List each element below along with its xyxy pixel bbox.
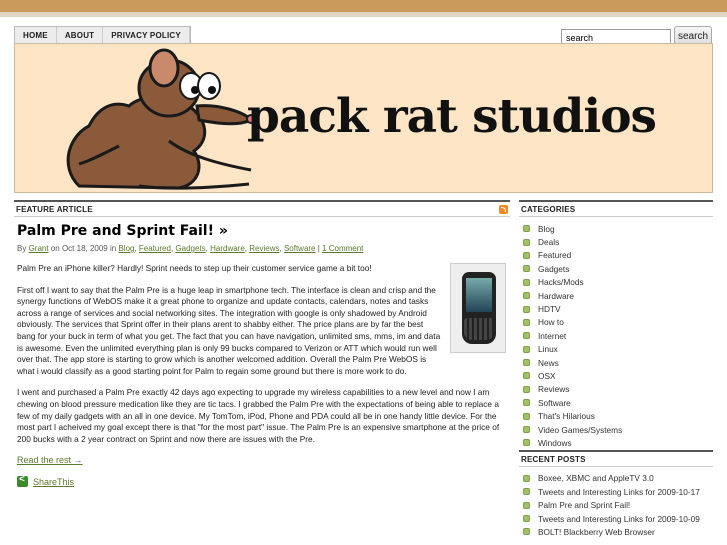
bullet-icon <box>523 412 530 420</box>
share-this-link[interactable]: ShareThis <box>17 474 510 488</box>
bullet-icon <box>523 372 530 380</box>
nav-about[interactable]: ABOUT <box>57 27 104 43</box>
share-icon <box>17 474 28 488</box>
category-item[interactable]: Internet <box>523 329 713 342</box>
bullet-icon <box>523 292 530 300</box>
palm-pre-image <box>450 263 506 353</box>
bullet-icon <box>523 501 530 509</box>
bullet-icon <box>523 318 530 326</box>
bullet-icon <box>523 345 530 353</box>
bullet-icon <box>523 515 530 522</box>
post-title-link[interactable]: Palm Pre and Sprint Fail! » <box>17 223 510 239</box>
bullet-icon <box>523 278 530 286</box>
tag-link-gadgets[interactable]: Gadgets <box>175 244 205 253</box>
sidebar: CATEGORIES Blog Deals Featured Gadgets H… <box>519 200 713 539</box>
main-content: FEATURE ARTICLE Palm Pre and Sprint Fail… <box>14 200 510 488</box>
post-paragraph: I went and purchased a Palm Pre exactly … <box>17 387 500 444</box>
category-item[interactable]: Featured <box>523 249 713 262</box>
category-item[interactable]: Deals <box>523 235 713 248</box>
bullet-icon <box>523 426 530 434</box>
site-header-banner[interactable]: pack rat studios <box>14 43 713 193</box>
rat-mascot-logo <box>66 48 256 190</box>
bullet-icon <box>523 265 530 273</box>
bullet-icon <box>523 251 530 259</box>
tag-link-reviews[interactable]: Reviews <box>249 244 279 253</box>
main-nav: HOME ABOUT PRIVACY POLICY <box>14 26 191 43</box>
post-paragraph: First off I want to say that the Palm Pr… <box>17 284 441 376</box>
top-bar <box>0 0 727 12</box>
category-item[interactable]: Hacks/Mods <box>523 276 713 289</box>
recent-post-item[interactable]: Tweets and Interesting Links for 2009-10… <box>523 485 713 498</box>
recent-post-item[interactable]: Tweets and Interesting Links for 2009-10… <box>523 512 713 525</box>
post-meta: By Grant on Oct 18, 2009 in Blog, Featur… <box>17 244 364 253</box>
category-item[interactable]: That's Hilarious <box>523 409 713 422</box>
recent-post-item[interactable]: Palm Pre and Sprint Fail! <box>523 498 713 511</box>
brand-wordmark: pack rat studios <box>247 89 657 144</box>
category-item[interactable]: Blog <box>523 222 713 235</box>
bullet-icon <box>523 474 530 482</box>
recent-post-item[interactable]: Boxee, XBMC and AppleTV 3.0 <box>523 472 713 485</box>
bullet-icon <box>523 238 530 246</box>
category-item[interactable]: Software <box>523 396 713 409</box>
category-item[interactable]: Windows <box>523 436 713 449</box>
bullet-icon <box>523 359 530 367</box>
post-body: Palm Pre an iPhone killer? Hardly! Sprin… <box>17 263 507 445</box>
category-item[interactable]: OSX <box>523 369 713 382</box>
bullet-icon <box>523 305 530 313</box>
bullet-icon <box>523 528 530 536</box>
recent-post-item[interactable]: BOLT! Blackberry Web Browser <box>523 525 713 538</box>
feature-article-header: FEATURE ARTICLE <box>14 200 510 217</box>
category-item[interactable]: Gadgets <box>523 262 713 275</box>
category-item[interactable]: HDTV <box>523 302 713 315</box>
tag-link-software[interactable]: Software <box>284 244 316 253</box>
category-item[interactable]: Reviews <box>523 383 713 396</box>
author-link[interactable]: Grant <box>29 244 49 253</box>
nav-privacy-policy[interactable]: PRIVACY POLICY <box>103 27 190 43</box>
bullet-icon <box>523 399 530 407</box>
bullet-icon <box>523 225 530 233</box>
nav-home[interactable]: HOME <box>15 27 57 43</box>
meta-date: on Oct 18, 2009 in <box>50 244 117 253</box>
share-this-label: ShareThis <box>33 476 75 487</box>
top-bar-stripe <box>0 12 727 17</box>
category-item[interactable]: How to <box>523 316 713 329</box>
tag-link-hardware[interactable]: Hardware <box>210 244 245 253</box>
category-item[interactable]: Hardware <box>523 289 713 302</box>
read-the-rest-link[interactable]: Read the rest → <box>17 455 510 465</box>
bullet-icon <box>523 385 530 393</box>
tag-link-blog[interactable]: Blog <box>118 244 134 253</box>
categories-header: CATEGORIES <box>519 200 713 217</box>
category-item[interactable]: Linux <box>523 343 713 356</box>
recent-posts-list: Boxee, XBMC and AppleTV 3.0 Tweets and I… <box>519 467 713 539</box>
bullet-icon <box>523 488 530 496</box>
bullet-icon <box>523 439 530 447</box>
comments-link[interactable]: 1 Comment <box>322 244 363 253</box>
arrow-right-icon: → <box>73 455 83 466</box>
bullet-icon <box>523 332 530 340</box>
read-the-rest-label: Read the rest <box>17 455 72 466</box>
meta-by: By <box>17 244 27 253</box>
category-item[interactable]: Video Games/Systems <box>523 423 713 436</box>
rss-icon[interactable] <box>499 205 508 214</box>
post-paragraph: Palm Pre an iPhone killer? Hardly! Sprin… <box>17 263 372 273</box>
feature-article-label: FEATURE ARTICLE <box>16 205 93 214</box>
tag-link-featured[interactable]: Featured <box>139 244 171 253</box>
recent-posts-header: RECENT POSTS <box>519 449 713 467</box>
category-list: Blog Deals Featured Gadgets Hacks/Mods H… <box>519 217 713 450</box>
category-item[interactable]: News <box>523 356 713 369</box>
